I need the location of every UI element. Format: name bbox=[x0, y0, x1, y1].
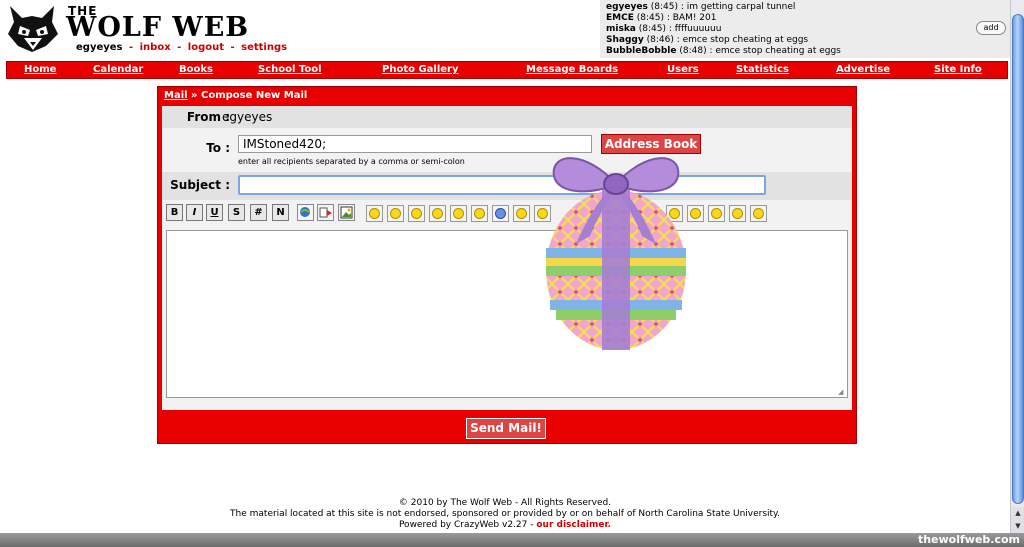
breadcrumb-separator: » bbox=[191, 90, 198, 101]
chat-user[interactable]: Shaggy bbox=[606, 35, 644, 45]
powered-by: Powered by CrazyWeb v2.27 - our disclaim… bbox=[0, 520, 1010, 531]
chat-time: (8:45) bbox=[636, 13, 664, 23]
user-links: egyeyes - inbox - logout - settings bbox=[76, 42, 287, 53]
resize-grip-icon[interactable]: ◢ bbox=[838, 388, 846, 396]
nav-calendar[interactable]: Calendar bbox=[93, 64, 143, 75]
nav-home[interactable]: Home bbox=[24, 64, 56, 75]
chat-time: (8:45) bbox=[650, 2, 678, 12]
compose-mail-panel: Mail » Compose New Mail From : egyeyes T… bbox=[157, 86, 857, 444]
chat-message: : BAM! 201 bbox=[666, 13, 717, 23]
status-bar: thewolfweb.com bbox=[0, 533, 1024, 547]
subject-row: Subject : bbox=[162, 172, 852, 200]
watermark: thewolfweb.com bbox=[917, 533, 1020, 546]
link-icon[interactable] bbox=[297, 204, 314, 221]
nav-statistics[interactable]: Statistics bbox=[736, 64, 789, 75]
smiley-icon[interactable] bbox=[750, 205, 767, 222]
italic-button[interactable]: I bbox=[186, 204, 203, 221]
wolf-logo-icon[interactable] bbox=[6, 4, 60, 54]
smiley-icon[interactable] bbox=[429, 205, 446, 222]
page: THE WOLF WEB egyeyes - inbox - logout - … bbox=[0, 0, 1024, 547]
smiley-icon[interactable] bbox=[471, 205, 488, 222]
settings-link[interactable]: settings bbox=[241, 42, 287, 53]
to-hint: enter all recipients separated by a comm… bbox=[238, 157, 465, 166]
copyright: © 2010 by The Wolf Web - All Rights Rese… bbox=[398, 498, 612, 508]
chat-line: miska (8:45) : ffffuuuuuu bbox=[606, 24, 1010, 35]
chat-user[interactable]: egyeyes bbox=[606, 2, 648, 12]
chat-time: (8:48) bbox=[679, 46, 707, 56]
from-row: From : egyeyes bbox=[162, 106, 852, 128]
chat-add-button[interactable]: add bbox=[976, 21, 1006, 35]
main-nav: Home Calendar Books School Tool Photo Ga… bbox=[6, 61, 1008, 79]
scroll-thumb[interactable] bbox=[1012, 14, 1024, 504]
chat-user[interactable]: BubbleBobble bbox=[606, 46, 676, 56]
underline-button[interactable]: U bbox=[206, 204, 223, 221]
chat-line: Shaggy (8:46) : emce stop cheating at eg… bbox=[606, 35, 1010, 46]
compose-form: From : egyeyes To : IMStoned420; enter a… bbox=[162, 106, 852, 410]
from-label: From : bbox=[186, 110, 230, 124]
link-separator: - bbox=[177, 42, 182, 53]
strike-button[interactable]: S bbox=[228, 204, 245, 221]
link-separator: - bbox=[128, 42, 134, 53]
disclaimer-text: The material located at this site is not… bbox=[230, 509, 780, 519]
smiley-icon[interactable] bbox=[366, 205, 383, 222]
message-body-textarea[interactable]: ◢ bbox=[166, 230, 848, 398]
smiley-icon[interactable] bbox=[513, 205, 530, 222]
chat-message: : im getting carpal tunnel bbox=[680, 2, 796, 12]
inbox-link[interactable]: inbox bbox=[140, 42, 171, 53]
current-user: egyeyes bbox=[76, 42, 123, 53]
nav-users[interactable]: Users bbox=[667, 64, 699, 75]
link-separator: - bbox=[230, 42, 235, 53]
disclaimer-link[interactable]: our disclaimer. bbox=[536, 520, 611, 530]
code-button[interactable]: # bbox=[250, 204, 267, 221]
scroll-up-arrow-icon[interactable]: ▲ bbox=[1011, 507, 1024, 520]
smiley-icon[interactable] bbox=[387, 205, 404, 222]
nav-advertise[interactable]: Advertise bbox=[836, 64, 890, 75]
smiley-icon[interactable] bbox=[708, 205, 725, 222]
chat-message: : emce stop cheating at eggs bbox=[709, 46, 841, 56]
chat-line: egyeyes (8:45) : im getting carpal tunne… bbox=[606, 2, 1010, 13]
insert-image-icon[interactable] bbox=[338, 204, 355, 221]
nav-books[interactable]: Books bbox=[179, 64, 213, 75]
subject-label: Subject : bbox=[170, 178, 230, 192]
chat-message: : ffffuuuuuu bbox=[668, 24, 722, 34]
shoutbox: egyeyes (8:45) : im getting carpal tunne… bbox=[600, 0, 1010, 58]
chat-time: (8:45) bbox=[638, 24, 666, 34]
chat-user[interactable]: EMCE bbox=[606, 13, 634, 23]
formatting-toolbar: B I U S # N bbox=[166, 204, 848, 222]
bold-button[interactable]: B bbox=[166, 204, 183, 221]
chat-line: EMCE (8:45) : BAM! 201 bbox=[606, 13, 1010, 24]
site-header: THE WOLF WEB egyeyes - inbox - logout - … bbox=[0, 0, 1010, 60]
powered-by-text: Powered by CrazyWeb v2.27 - bbox=[398, 520, 534, 530]
nav-school-tool[interactable]: School Tool bbox=[258, 64, 322, 75]
nav-message-boards[interactable]: Message Boards bbox=[526, 64, 618, 75]
n-button[interactable]: N bbox=[272, 204, 289, 221]
scroll-down-arrow-icon[interactable]: ▼ bbox=[1011, 520, 1024, 533]
site-title[interactable]: WOLF WEB bbox=[66, 12, 249, 43]
chat-line: BubbleBobble (8:48) : emce stop cheating… bbox=[606, 46, 1010, 57]
chat-message: : emce stop cheating at eggs bbox=[676, 35, 809, 45]
smiley-icon[interactable] bbox=[729, 205, 746, 222]
smiley-icon[interactable] bbox=[492, 205, 509, 222]
logout-link[interactable]: logout bbox=[188, 42, 224, 53]
vertical-scrollbar[interactable]: ▲ ▼ bbox=[1010, 0, 1024, 533]
chat-time: (8:46) bbox=[646, 35, 674, 45]
nav-photo-gallery[interactable]: Photo Gallery bbox=[382, 64, 459, 75]
easter-egg-icon[interactable] bbox=[536, 140, 696, 352]
breadcrumb: Mail » Compose New Mail bbox=[164, 90, 307, 101]
chat-user[interactable]: miska bbox=[606, 24, 636, 34]
smiley-icon[interactable] bbox=[408, 205, 425, 222]
send-mail-button[interactable]: Send Mail! bbox=[466, 418, 546, 439]
breadcrumb-mail-link[interactable]: Mail bbox=[164, 90, 188, 101]
smiley-icon[interactable] bbox=[450, 205, 467, 222]
from-value: egyeyes bbox=[222, 110, 273, 124]
insert-media-icon[interactable] bbox=[317, 204, 334, 221]
to-row: To : IMStoned420; enter all recipients s… bbox=[162, 130, 852, 170]
footer: © 2010 by The Wolf Web - All Rights Rese… bbox=[0, 498, 1010, 531]
nav-site-info[interactable]: Site Info bbox=[934, 64, 982, 75]
page-title: Compose New Mail bbox=[201, 90, 308, 101]
to-label: To : bbox=[206, 141, 230, 155]
